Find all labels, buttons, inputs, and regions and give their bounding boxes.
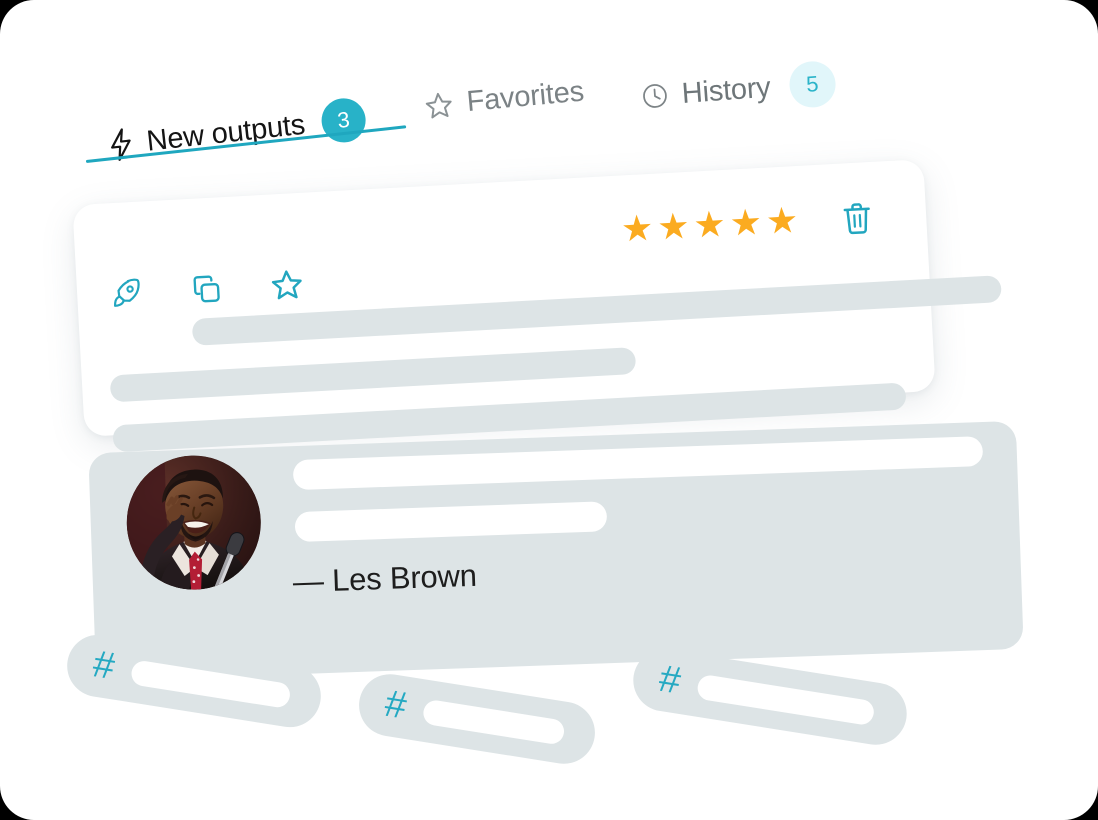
rating-star[interactable]: ★ — [729, 201, 763, 244]
hash-icon: # — [90, 643, 118, 689]
output-card[interactable]: ★ ★ ★ ★ ★ — [72, 159, 1002, 453]
rating-star[interactable]: ★ — [692, 203, 726, 246]
quote-card[interactable]: — Les Brown — [88, 420, 1024, 682]
tab-history-label: History — [680, 71, 772, 110]
clock-icon — [640, 81, 670, 111]
tab-favorites[interactable]: Favorites — [423, 76, 586, 123]
tag-pill[interactable]: # — [628, 644, 912, 750]
quote-attribution: — Les Brown — [292, 557, 478, 600]
tab-new-outputs-badge: 3 — [319, 96, 368, 145]
trash-icon[interactable] — [839, 200, 875, 243]
tab-history-badge: 5 — [787, 59, 838, 110]
tab-bar: New outputs 3 Favorites History 5 — [0, 0, 1098, 200]
tag-placeholder-bar — [696, 673, 876, 726]
tag-placeholder-bar — [129, 658, 292, 709]
avatar — [124, 453, 264, 592]
tab-history[interactable]: History 5 — [639, 59, 838, 120]
tab-new-outputs[interactable]: New outputs 3 — [106, 96, 368, 168]
output-card-actions — [108, 267, 305, 311]
rating-stars[interactable]: ★ ★ ★ ★ ★ — [620, 199, 799, 250]
star-outline-icon[interactable] — [269, 267, 305, 303]
rating-star[interactable]: ★ — [765, 199, 799, 242]
rating-star[interactable]: ★ — [656, 205, 690, 248]
star-outline-icon — [423, 89, 456, 122]
app-panel: New outputs 3 Favorites History 5 ★ ★ ★ … — [0, 0, 1098, 820]
hash-icon: # — [382, 682, 410, 728]
output-placeholder-line — [191, 275, 1002, 346]
rating-star[interactable]: ★ — [620, 207, 654, 250]
tag-placeholder-bar — [421, 698, 567, 746]
quote-placeholder-line — [294, 501, 608, 543]
output-placeholder-line — [109, 346, 637, 403]
tag-pill[interactable]: # — [354, 669, 600, 769]
hash-icon: # — [656, 657, 684, 703]
copy-icon[interactable] — [189, 272, 224, 307]
quote-placeholder-line — [292, 436, 984, 491]
tab-favorites-label: Favorites — [465, 75, 586, 119]
rocket-icon[interactable] — [108, 276, 144, 312]
